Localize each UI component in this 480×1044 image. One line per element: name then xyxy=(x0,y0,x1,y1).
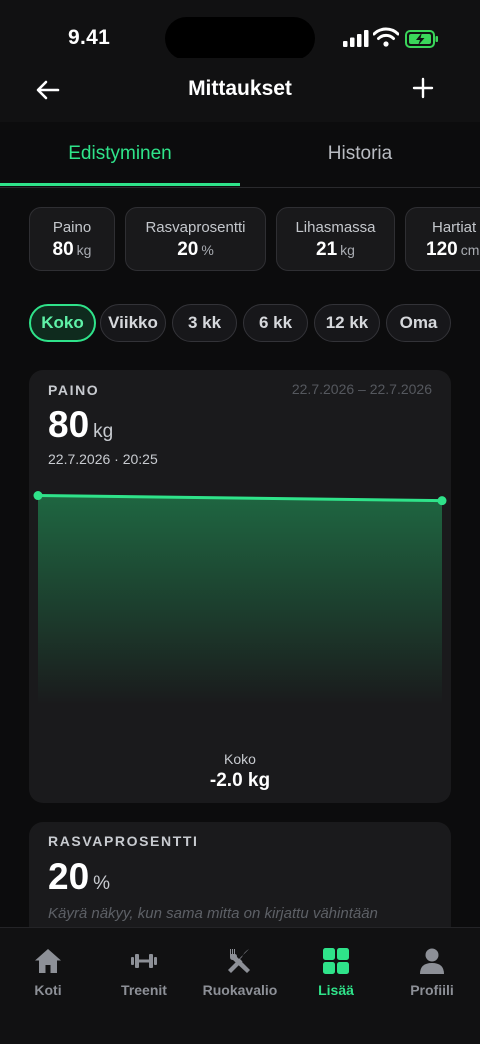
chart-empty-hint: Käyrä näkyy, kun sama mitta on kirjattu … xyxy=(48,905,378,922)
current-weight-unit: kg xyxy=(93,421,114,442)
chart-point[interactable] xyxy=(33,491,43,501)
utensils-icon xyxy=(228,949,250,973)
metric-value: 21 xyxy=(316,239,338,260)
wifi-icon xyxy=(373,27,399,47)
metric-unit: % xyxy=(201,242,214,258)
tabbar-item-more[interactable]: Lisää xyxy=(288,946,384,998)
active-tab-indicator xyxy=(0,183,240,186)
metric-card-muscle-mass[interactable]: Lihasmassa 21 kg xyxy=(276,207,395,271)
bottom-tab-bar: Koti Treenit Ruokavalio Lisää Profiili xyxy=(0,927,480,1044)
tabbar-item-diet[interactable]: Ruokavalio xyxy=(192,946,288,998)
metric-label: Lihasmassa xyxy=(295,219,376,236)
grid-icon xyxy=(323,948,349,974)
add-icon[interactable] xyxy=(407,72,439,104)
home-icon xyxy=(35,949,61,973)
range-chip-week[interactable]: Viikko xyxy=(100,304,166,342)
dumbbell-icon xyxy=(131,954,157,968)
segment-tabs: Edistyminen Historia xyxy=(0,122,480,188)
chart-point[interactable] xyxy=(437,496,447,506)
chart-date-range: 22.7.2026 – 22.7.2026 xyxy=(291,381,432,397)
status-time: 9.41 xyxy=(68,26,111,49)
metric-unit: cm xyxy=(460,242,480,258)
person-icon xyxy=(420,948,444,974)
change-period-label: Koko xyxy=(224,751,256,767)
metric-value: 120 xyxy=(426,239,458,260)
weight-chart-card: PAINO 22.7.2026 – 22.7.2026 80 kg 22.7.20… xyxy=(29,370,451,803)
range-chip-all[interactable]: Koko xyxy=(29,304,96,342)
metric-unit: kg xyxy=(340,242,355,258)
tabbar-label: Koti xyxy=(34,982,62,998)
metric-card-shoulders[interactable]: Hartiat 120 cm xyxy=(405,207,480,271)
current-fat-unit: % xyxy=(93,873,111,894)
tabbar-item-workouts[interactable]: Treenit xyxy=(96,946,192,998)
dynamic-island xyxy=(165,17,315,60)
range-chip-3-months[interactable]: 3 kk xyxy=(172,304,237,342)
metric-label: Paino xyxy=(52,219,92,236)
metric-value: 80 xyxy=(52,239,74,260)
navigation-bar: Mittaukset xyxy=(0,58,480,122)
tabbar-label: Ruokavalio xyxy=(202,982,278,998)
tab-history[interactable]: Historia xyxy=(240,122,480,188)
range-chip-custom[interactable]: Oma xyxy=(386,304,451,342)
cellular-signal-icon xyxy=(343,30,369,47)
range-chip-12-months[interactable]: 12 kk xyxy=(314,304,380,342)
metric-unit: kg xyxy=(76,242,92,258)
weight-change-value: -2.0 kg xyxy=(209,770,271,791)
metric-card-fat-percentage[interactable]: Rasvaprosentti 20% xyxy=(125,207,266,271)
range-chip-6-months[interactable]: 6 kk xyxy=(243,304,308,342)
metric-card-weight[interactable]: Paino 80 kg xyxy=(29,207,115,271)
tab-progress[interactable]: Edistyminen xyxy=(0,122,240,188)
battery-charging-icon xyxy=(405,30,438,48)
metric-label: Hartiat xyxy=(432,219,477,236)
current-fat-value: 20 xyxy=(48,856,90,897)
tabbar-label: Lisää xyxy=(318,982,354,998)
tabbar-label: Treenit xyxy=(121,982,167,998)
tabbar-label: Profiili xyxy=(410,982,454,998)
metric-label: Rasvaprosentti xyxy=(145,219,246,236)
tabbar-item-home[interactable]: Koti xyxy=(0,946,96,998)
current-weight-value: 80 xyxy=(48,404,90,445)
measurement-timestamp: 22.7.2026 · 20:25 xyxy=(48,451,158,467)
tabbar-item-profile[interactable]: Profiili xyxy=(384,946,480,998)
chart-area-fill xyxy=(38,495,442,705)
chart-card-label: RASVAPROSENTTI xyxy=(48,833,199,849)
chart-card-label: PAINO xyxy=(48,382,100,398)
metric-value: 20 xyxy=(177,239,199,260)
